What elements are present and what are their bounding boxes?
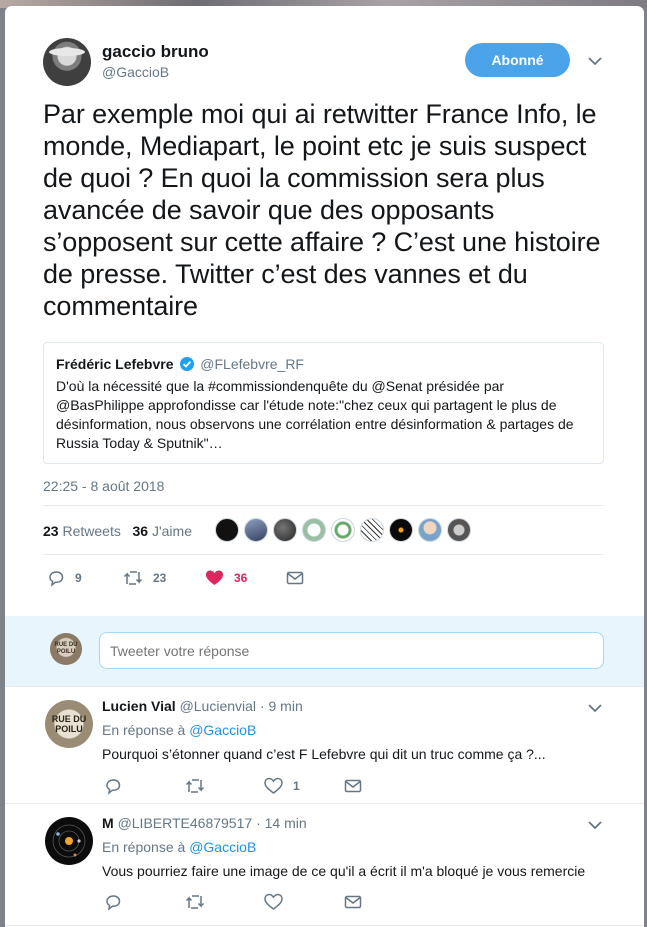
- envelope-icon: [344, 779, 362, 793]
- direct-message-button[interactable]: [344, 778, 372, 794]
- quoted-author-handle: @FLefebvre_RF: [200, 356, 304, 372]
- reply-input[interactable]: [99, 632, 604, 669]
- heart-icon: [264, 893, 283, 910]
- retweet-button[interactable]: [185, 893, 215, 911]
- tweet-stats: 23 Retweets 36 J'aime: [43, 523, 192, 539]
- chevron-down-icon[interactable]: [588, 56, 602, 66]
- retweet-icon: [185, 895, 205, 909]
- envelope-icon: [344, 895, 362, 909]
- in-reply-to-link[interactable]: @GaccioB: [189, 839, 256, 855]
- reply-time[interactable]: 9 min: [269, 698, 303, 714]
- reply-icon: [49, 571, 64, 587]
- divider: [5, 803, 644, 804]
- like-button[interactable]: 1: [264, 777, 300, 795]
- reply-button[interactable]: [104, 893, 132, 911]
- author-name[interactable]: gaccio bruno: [102, 42, 209, 62]
- like-button[interactable]: 36: [205, 569, 247, 587]
- quoted-tweet-text: D'où la nécessité que la #commissiondenq…: [56, 378, 574, 451]
- follow-button[interactable]: Abonné: [465, 43, 570, 77]
- liker-avatar[interactable]: [244, 518, 268, 542]
- divider: [5, 686, 644, 687]
- retweets-stat[interactable]: 23 Retweets: [43, 523, 121, 539]
- reply-button[interactable]: [104, 777, 132, 795]
- reply-count: 9: [75, 571, 82, 585]
- like-button[interactable]: [264, 893, 293, 911]
- solar-system-avatar-icon: [52, 824, 86, 858]
- author-handle[interactable]: @GaccioB: [102, 64, 169, 80]
- in-reply-to: En réponse à @GaccioB: [102, 722, 257, 738]
- divider: [43, 554, 604, 555]
- reply-text: Vous pourriez faire une image de ce qu'i…: [102, 863, 586, 879]
- liker-avatar[interactable]: [331, 518, 355, 542]
- like-count: 1: [293, 779, 300, 793]
- liker-avatar[interactable]: [447, 518, 471, 542]
- reply-author-handle[interactable]: @Lucienvial: [180, 698, 256, 714]
- reply-author-handle[interactable]: @LIBERTE46879517: [118, 815, 253, 831]
- reply-icon: [106, 895, 121, 911]
- in-reply-to-link[interactable]: @GaccioB: [189, 722, 256, 738]
- chevron-down-icon[interactable]: [588, 820, 602, 830]
- liker-avatar[interactable]: [215, 518, 239, 542]
- liker-avatar[interactable]: [360, 518, 384, 542]
- reply-author-name[interactable]: M: [102, 815, 114, 831]
- like-count: 36: [234, 571, 248, 585]
- author-avatar[interactable]: [43, 38, 91, 86]
- liker-avatar[interactable]: [418, 518, 442, 542]
- reply-time[interactable]: 14 min: [265, 815, 307, 831]
- reply-text: Pourquoi s’étonner quand c’est F Lefebvr…: [102, 746, 546, 762]
- reply-author-avatar[interactable]: RUE DU POILU: [45, 700, 93, 748]
- direct-message-button[interactable]: [344, 894, 372, 910]
- tweet-text: Par exemple moi qui ai retwitter France …: [43, 99, 601, 321]
- reply-author-avatar[interactable]: [45, 817, 93, 865]
- retweet-button[interactable]: [185, 777, 215, 795]
- retweet-count: 23: [153, 571, 167, 585]
- reply-header: Lucien Vial @Lucienvial · 9 min: [102, 698, 303, 714]
- liker-avatar[interactable]: [389, 518, 413, 542]
- tweet-card: gaccio bruno @GaccioB Abonné Par exemple…: [5, 6, 644, 927]
- tweet-timestamp[interactable]: 22:25 - 8 août 2018: [43, 478, 164, 494]
- retweet-button[interactable]: 23: [123, 569, 166, 587]
- liker-avatar[interactable]: [273, 518, 297, 542]
- quoted-tweet[interactable]: Frédéric Lefebvre @FLefebvre_RF D'où la …: [43, 342, 604, 464]
- direct-message-button[interactable]: [286, 570, 314, 586]
- quoted-author-name: Frédéric Lefebvre: [56, 356, 174, 372]
- in-reply-to: En réponse à @GaccioB: [102, 839, 257, 855]
- verified-badge-icon: [180, 357, 195, 371]
- heart-icon: [264, 777, 283, 794]
- liker-avatars: [215, 518, 471, 542]
- likes-stat[interactable]: 36 J'aime: [133, 523, 193, 539]
- divider: [43, 505, 604, 506]
- heart-icon: [206, 570, 223, 585]
- divider: [5, 925, 644, 926]
- reply-icon: [106, 779, 121, 795]
- reply-header: M @LIBERTE46879517 · 14 min: [102, 815, 307, 831]
- current-user-avatar: RUE DU POILU: [50, 633, 82, 665]
- reply-author-name[interactable]: Lucien Vial: [102, 698, 176, 714]
- reply-button[interactable]: 9: [47, 569, 82, 587]
- envelope-icon: [286, 571, 304, 585]
- liker-avatar[interactable]: [302, 518, 326, 542]
- chevron-down-icon[interactable]: [588, 703, 602, 713]
- retweet-icon: [123, 571, 143, 585]
- retweet-icon: [185, 779, 205, 793]
